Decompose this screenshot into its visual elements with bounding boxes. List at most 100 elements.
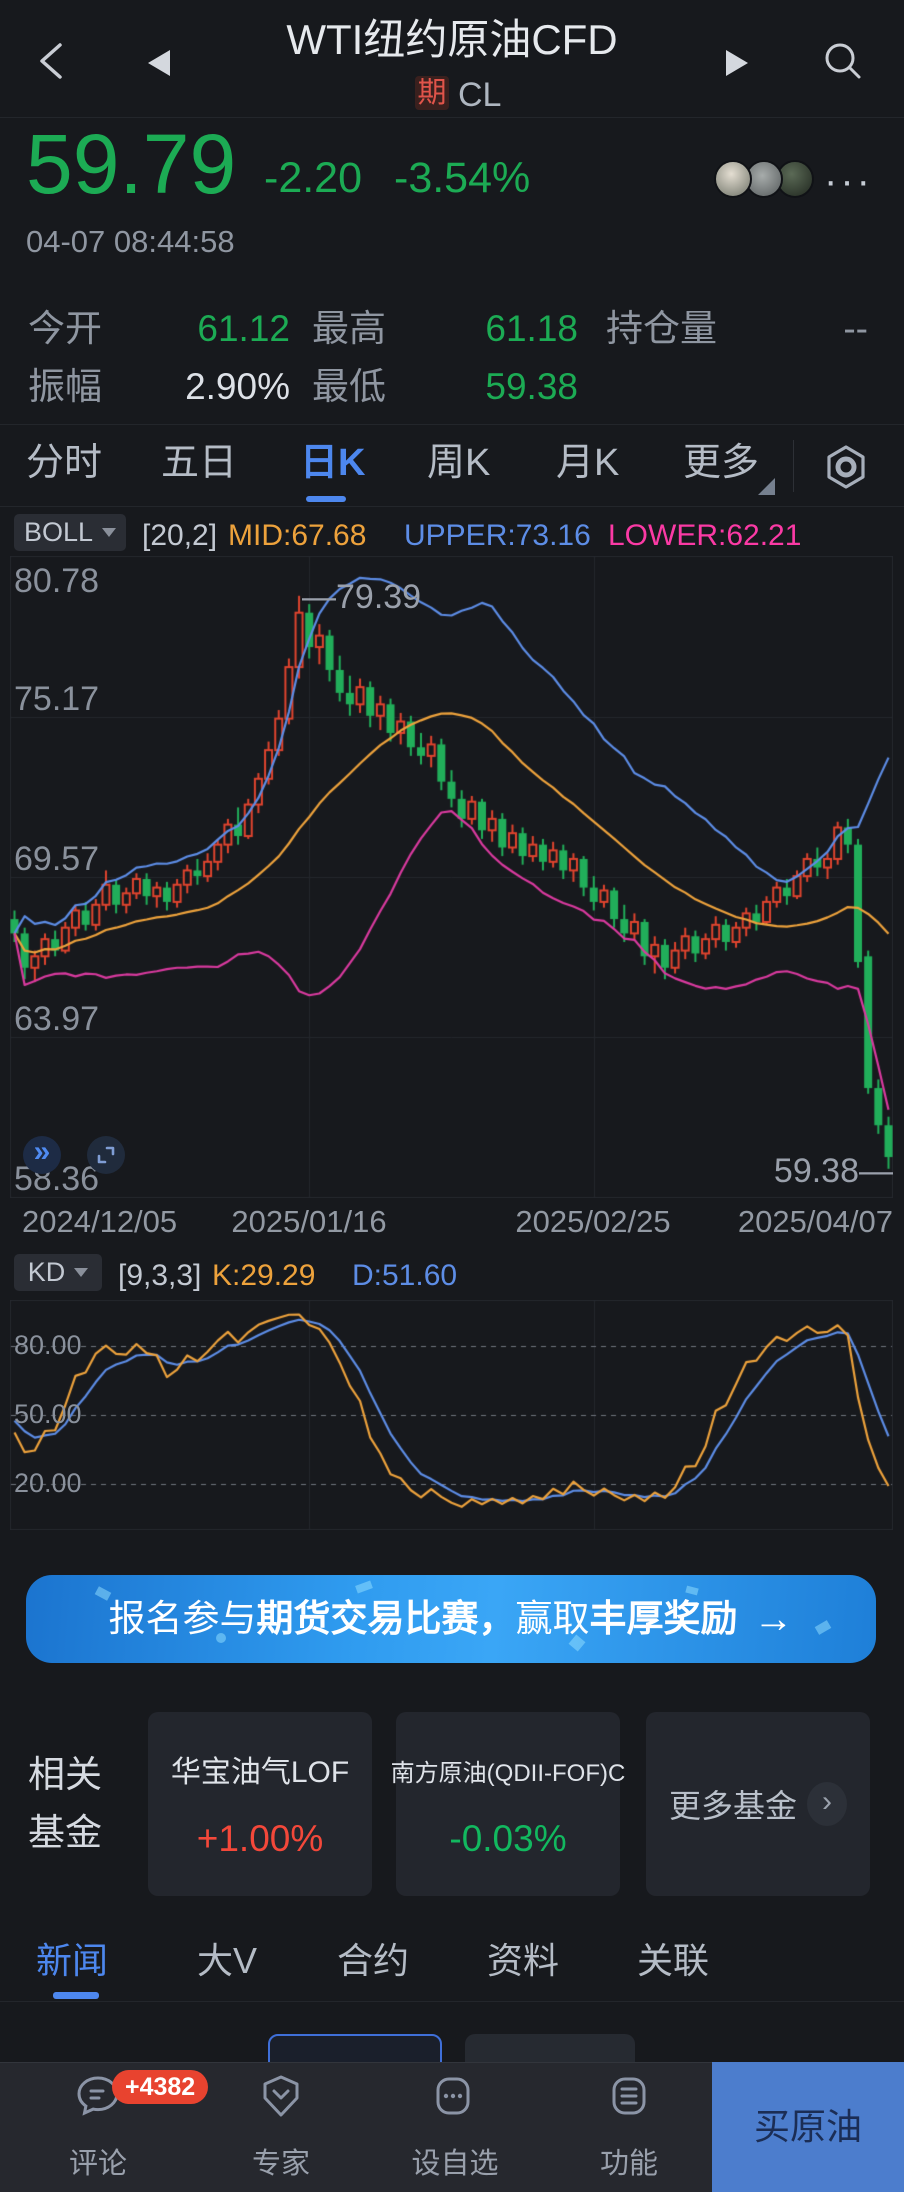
features-icon[interactable] xyxy=(605,2072,653,2120)
fund-name: 华宝油气LOF xyxy=(171,1756,349,1791)
y-axis-label: 63.97 xyxy=(14,1000,99,1039)
tab-profile[interactable]: 资料 xyxy=(487,1940,559,1981)
tab-monthly-k[interactable]: 月K xyxy=(556,442,619,486)
buy-crude-button[interactable]: 买原油 xyxy=(712,2062,904,2192)
fund-card-huabao[interactable]: 华宝油气LOF +1.00% xyxy=(148,1712,372,1896)
arrow-right-icon: → xyxy=(754,1596,794,1642)
banner-text: 赢取 xyxy=(516,1598,590,1641)
search-icon[interactable] xyxy=(820,38,866,84)
tab-related[interactable]: 关联 xyxy=(637,1940,709,1981)
back-icon[interactable] xyxy=(36,42,66,80)
tab-5day[interactable]: 五日 xyxy=(161,442,237,486)
tab-daily-k[interactable]: 日K xyxy=(300,442,365,486)
tab-more[interactable]: 更多 xyxy=(683,442,759,486)
stat-label: 最低 xyxy=(312,366,386,409)
prev-instrument-icon[interactable] xyxy=(148,50,170,76)
add-watchlist-icon[interactable] xyxy=(429,2072,477,2120)
price-change-percent: -3.54% xyxy=(394,154,530,203)
banner-text: 报名参与 xyxy=(109,1598,257,1641)
tab-bigv[interactable]: 大V xyxy=(197,1940,257,1981)
boll-indicator-name: BOLL xyxy=(24,517,93,548)
divider xyxy=(0,2001,904,2002)
tab-news[interactable]: 新闻 xyxy=(36,1940,108,1981)
contest-banner[interactable]: 报名参与 期货交易比赛， 赢取 丰厚奖励 → xyxy=(26,1575,876,1663)
kd-indicator-name: KD xyxy=(28,1257,66,1288)
fast-forward-icon: » xyxy=(34,1135,51,1169)
tab-weekly-k[interactable]: 周K xyxy=(427,442,490,486)
stat-label: 振幅 xyxy=(28,366,102,409)
y-axis-label: 69.57 xyxy=(14,840,99,879)
dropdown-arrow-icon xyxy=(74,1268,88,1277)
related-funds-label: 基金 xyxy=(28,1812,102,1855)
boll-indicator-selector[interactable]: BOLL xyxy=(14,514,126,551)
kd-axis-label: 80.00 xyxy=(14,1330,82,1361)
more-funds-card[interactable]: 更多基金 › xyxy=(646,1712,870,1896)
confetti-decoration xyxy=(685,1586,698,1596)
stat-value-low: 59.38 xyxy=(428,366,578,409)
last-price: 59.79 xyxy=(26,116,236,213)
kd-k-value: K:29.29 xyxy=(212,1259,315,1294)
more-funds-label: 更多基金 xyxy=(669,1781,797,1827)
kd-axis-label: 20.00 xyxy=(14,1468,82,1499)
boll-upper-value: UPPER:73.16 xyxy=(404,519,591,554)
stat-value-high: 61.18 xyxy=(428,308,578,351)
stat-value-openinterest: -- xyxy=(700,308,868,351)
buy-crude-label: 买原油 xyxy=(754,2106,862,2147)
x-axis-label: 2025/01/16 xyxy=(231,1204,386,1240)
kd-d-value: D:51.60 xyxy=(352,1259,457,1294)
fund-name: 南方原油(QDII-FOF)C xyxy=(391,1760,626,1788)
symbol-code: CL xyxy=(458,76,501,115)
related-funds-label: 相关 xyxy=(28,1754,102,1797)
chevron-right-icon: › xyxy=(807,1782,847,1826)
y-axis-label: 75.17 xyxy=(14,680,99,719)
kd-indicator-selector[interactable]: KD xyxy=(14,1254,102,1291)
low-price-marker: 59.38— xyxy=(693,1152,893,1191)
expand-icon xyxy=(95,1144,117,1166)
fund-change: +1.00% xyxy=(197,1818,324,1861)
boll-params: [20,2] xyxy=(142,519,217,554)
divider xyxy=(0,506,904,507)
nav-item-features[interactable]: 功能 xyxy=(600,2140,658,2182)
divider xyxy=(793,440,794,492)
dropdown-arrow-icon xyxy=(102,528,116,537)
stat-label: 今开 xyxy=(28,308,102,351)
tab-contracts[interactable]: 合约 xyxy=(337,1940,409,1981)
confetti-decoration xyxy=(815,1620,832,1635)
y-axis-label: 80.78 xyxy=(14,562,99,601)
next-instrument-icon[interactable] xyxy=(726,50,748,76)
stat-value-open: 61.12 xyxy=(140,308,290,351)
fullscreen-chart-button[interactable] xyxy=(87,1136,125,1174)
stat-label: 最高 xyxy=(312,308,386,351)
nav-item-expert[interactable]: 专家 xyxy=(252,2140,310,2182)
price-chart-canvas[interactable] xyxy=(10,556,893,1198)
avatar[interactable] xyxy=(714,160,752,198)
kd-axis-label: 50.00 xyxy=(14,1399,82,1430)
boll-mid-value: MID:67.68 xyxy=(228,519,366,554)
fund-card-nanfang[interactable]: 南方原油(QDII-FOF)C -0.03% xyxy=(396,1712,620,1896)
banner-text-bold: 丰厚奖励 xyxy=(590,1598,738,1641)
active-tab-underline xyxy=(53,1992,99,1999)
x-axis-label: 2025/02/25 xyxy=(515,1204,670,1240)
nav-item-watchlist[interactable]: 设自选 xyxy=(411,2140,498,2182)
active-tab-underline xyxy=(306,496,346,502)
tab-timeline[interactable]: 分时 xyxy=(26,442,102,486)
chart-settings-gear-icon[interactable] xyxy=(822,443,870,491)
x-axis-label: 2025/04/07 xyxy=(738,1204,893,1240)
confetti-decoration xyxy=(355,1581,373,1594)
futures-badge: 期 xyxy=(415,76,449,110)
quote-timestamp: 04-07 08:44:58 xyxy=(26,224,235,260)
fund-change: -0.03% xyxy=(449,1818,566,1861)
more-corner-triangle-icon xyxy=(758,478,775,495)
boll-lower-value: LOWER:62.21 xyxy=(608,519,801,554)
fast-forward-button[interactable]: » xyxy=(23,1136,61,1174)
expert-icon[interactable] xyxy=(257,2072,305,2120)
price-change: -2.20 xyxy=(264,154,362,203)
nav-item-comments[interactable]: 评论 xyxy=(69,2140,127,2182)
comments-count-badge: +4382 xyxy=(112,2070,208,2104)
x-axis-label: 2024/12/05 xyxy=(22,1204,177,1240)
kd-chart-canvas[interactable] xyxy=(10,1300,893,1530)
more-actions-icon[interactable]: ··· xyxy=(824,158,873,204)
page-title: WTI纽约原油CFD xyxy=(286,16,617,64)
high-price-marker: —79.39 xyxy=(302,578,421,617)
stat-value-amplitude: 2.90% xyxy=(140,366,290,409)
